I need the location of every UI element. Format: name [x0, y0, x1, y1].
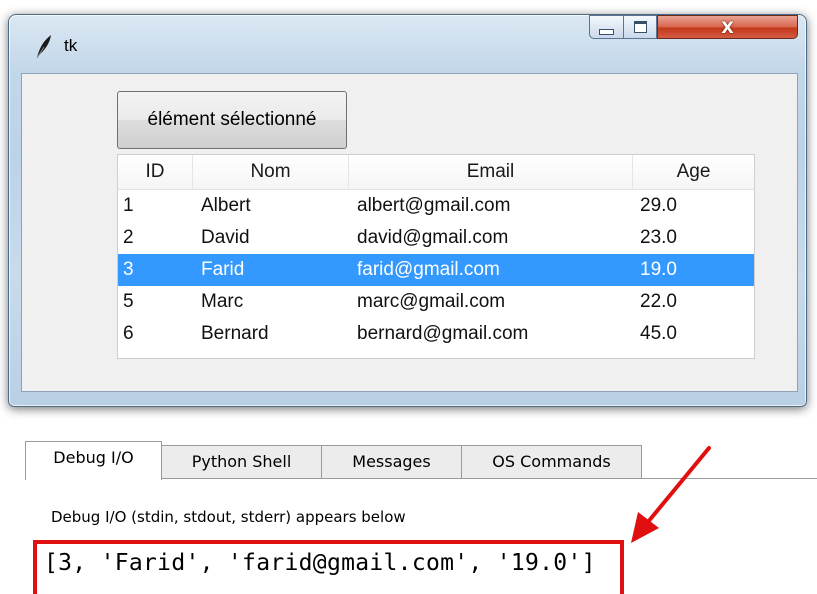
close-icon: X	[721, 17, 734, 37]
cell-age: 19.0	[640, 259, 677, 280]
close-button[interactable]: X	[657, 15, 798, 39]
window-title: tk	[64, 36, 78, 55]
minimize-button[interactable]	[589, 15, 623, 39]
maximize-button[interactable]	[623, 15, 657, 39]
title-bar[interactable]: tk X	[9, 15, 806, 67]
maximize-icon	[633, 21, 647, 33]
cell-age: 22.0	[640, 291, 677, 312]
table-header: ID Nom Email Age	[118, 155, 754, 190]
table-row[interactable]: 5 Marc marc@gmail.com 22.0	[118, 286, 754, 318]
table-row[interactable]: 6 Bernard bernard@gmail.com 45.0	[118, 318, 754, 350]
cell-id: 3	[123, 259, 134, 280]
minimize-icon	[599, 29, 614, 35]
cell-nom: Bernard	[201, 323, 269, 344]
tab-debug-io[interactable]: Debug I/O	[25, 441, 162, 480]
cell-age: 45.0	[640, 323, 677, 344]
cell-email: farid@gmail.com	[357, 259, 500, 280]
output-highlight-box	[33, 540, 624, 594]
cell-age: 23.0	[640, 227, 677, 248]
tk-window: tk X élément sélectionné ID Nom Email Ag…	[8, 14, 807, 407]
tab-os-commands[interactable]: OS Commands	[461, 445, 642, 479]
cell-id: 6	[123, 323, 134, 344]
cell-id: 2	[123, 227, 134, 248]
cell-email: bernard@gmail.com	[357, 323, 529, 344]
column-header-nom[interactable]: Nom	[193, 155, 349, 189]
cell-id: 5	[123, 291, 134, 312]
debug-io-description: Debug I/O (stdin, stdout, stderr) appear…	[51, 508, 406, 526]
selected-item-button[interactable]: élément sélectionné	[117, 91, 347, 149]
column-header-age[interactable]: Age	[633, 155, 754, 189]
table-row[interactable]: 1 Albert albert@gmail.com 29.0	[118, 190, 754, 222]
cell-nom: Farid	[201, 259, 245, 280]
arrow-annotation-icon	[631, 446, 711, 543]
cell-nom: David	[201, 227, 250, 248]
debug-tab-strip: Debug I/O Python Shell Messages OS Comma…	[25, 441, 645, 480]
cell-nom: Albert	[201, 195, 251, 216]
tab-messages[interactable]: Messages	[321, 445, 462, 479]
cell-email: albert@gmail.com	[357, 195, 511, 216]
cell-id: 1	[123, 195, 134, 216]
treeview-table[interactable]: ID Nom Email Age 1 Albert albert@gmail.c…	[117, 154, 755, 359]
cell-age: 29.0	[640, 195, 677, 216]
cell-nom: Marc	[201, 291, 244, 312]
table-row[interactable]: 2 David david@gmail.com 23.0	[118, 222, 754, 254]
tab-python-shell[interactable]: Python Shell	[161, 445, 322, 479]
column-header-email[interactable]: Email	[349, 155, 633, 189]
feather-icon	[36, 35, 51, 59]
table-row-selected[interactable]: 3 Farid farid@gmail.com 19.0	[118, 254, 754, 286]
window-client-area: élément sélectionné ID Nom Email Age 1 A…	[21, 73, 798, 392]
cell-email: marc@gmail.com	[357, 291, 506, 312]
cell-email: david@gmail.com	[357, 227, 509, 248]
column-header-id[interactable]: ID	[118, 155, 193, 189]
